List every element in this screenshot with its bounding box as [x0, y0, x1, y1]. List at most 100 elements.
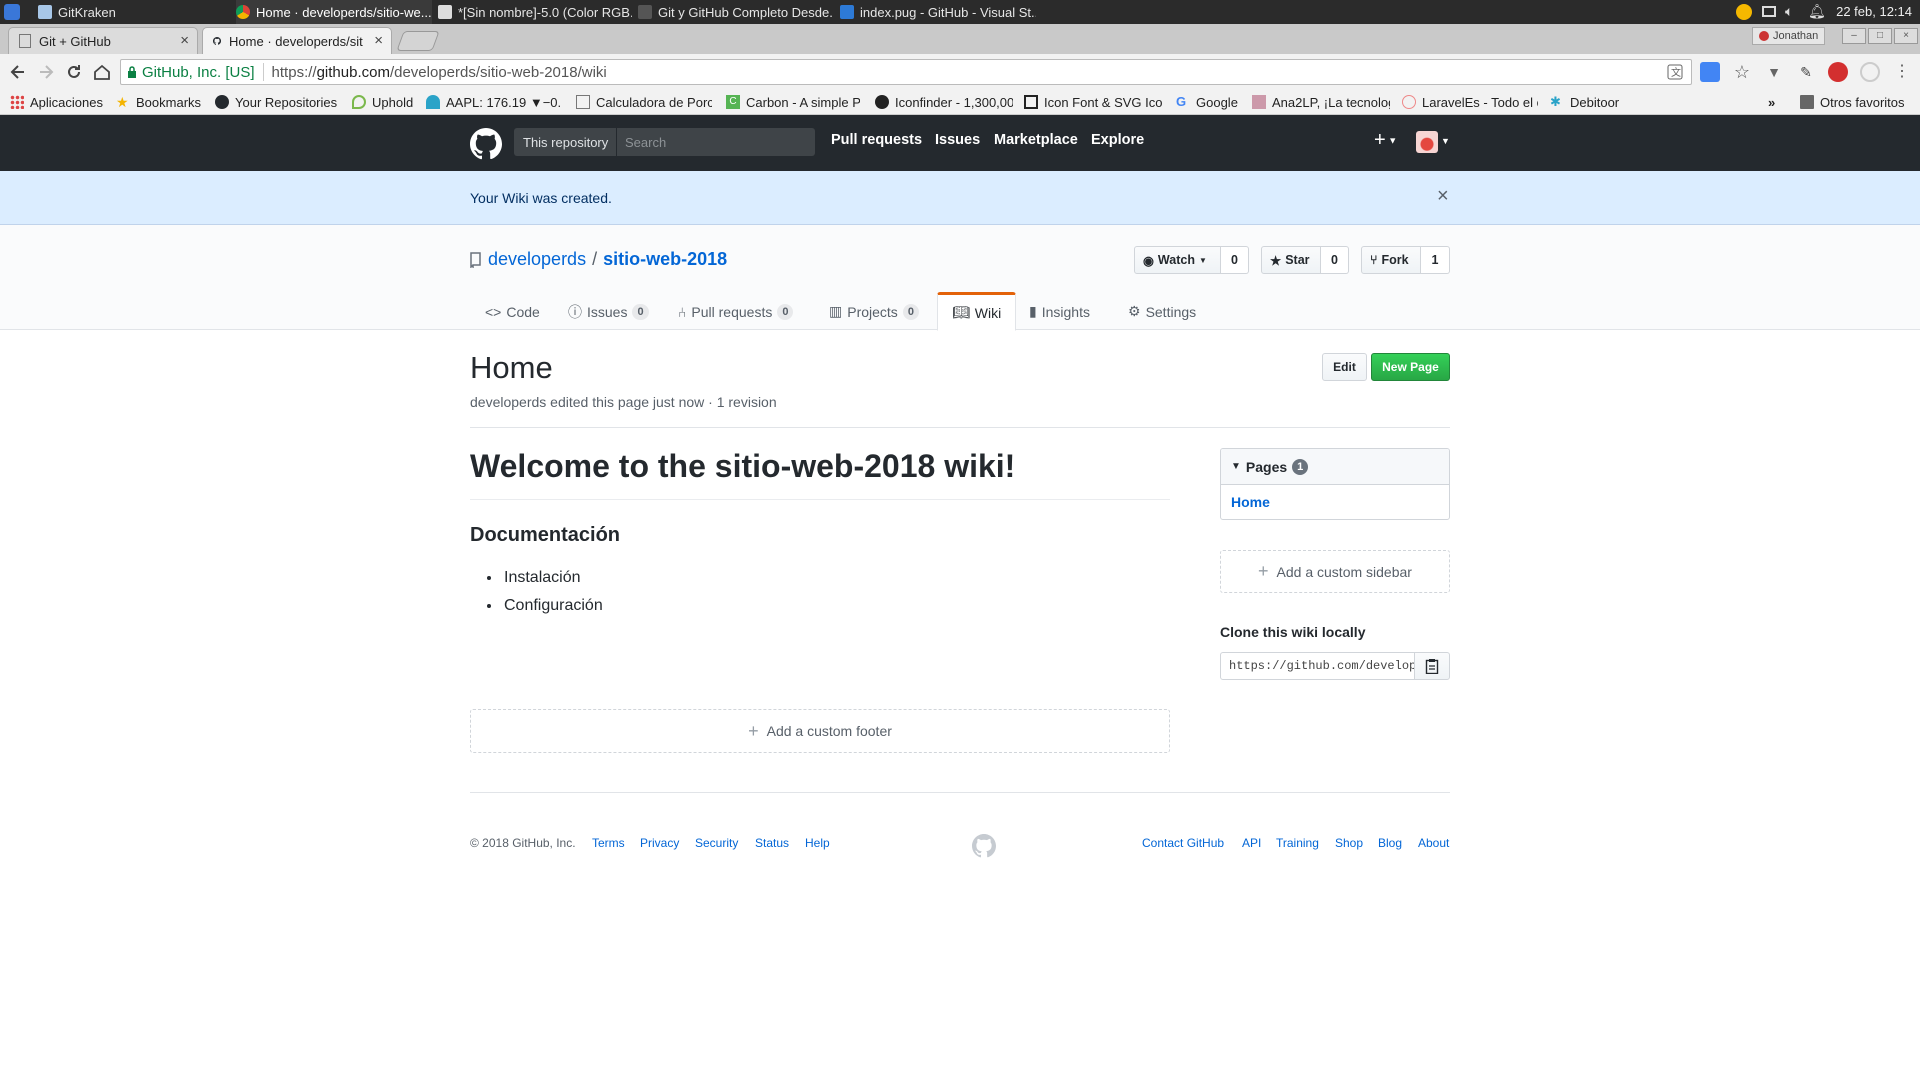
reload-icon[interactable] [64, 62, 84, 82]
notification-bell-icon[interactable]: 🔔︎ [1808, 3, 1826, 20]
more-bookmarks-chevron-icon[interactable]: » [1768, 89, 1782, 115]
fork-button[interactable]: ⑂ Fork [1361, 246, 1421, 274]
google-translate-extension-icon[interactable] [1700, 62, 1720, 82]
page-link-home[interactable]: Home [1221, 485, 1449, 519]
adblock-extension-icon[interactable] [1828, 62, 1848, 82]
browser-tab-github-wiki[interactable]: Home · developerds/sitio-web-2018 Wiki × [202, 27, 392, 54]
browser-tab-git-github[interactable]: Git + GitHub × [8, 27, 198, 54]
tab-projects[interactable]: ▥ Projects 0 [829, 292, 919, 331]
bookmark-your-repositories[interactable]: Your Repositories [215, 89, 345, 115]
bookmark-iconfinder[interactable]: Iconfinder - 1,300,00 [875, 89, 1013, 115]
forward-arrow-icon[interactable] [36, 62, 56, 82]
apps-grid-icon [10, 95, 24, 109]
nav-pull-requests[interactable]: Pull requests [831, 132, 922, 148]
bookmark-ana2lp[interactable]: Ana2LP, ¡La tecnolog [1252, 89, 1390, 115]
maximize-window-button[interactable]: □ [1868, 28, 1892, 44]
footer-link-contact[interactable]: Contact GitHub [1142, 836, 1224, 850]
close-flash-icon[interactable]: × [1437, 185, 1449, 208]
power-tray-icon[interactable] [1736, 4, 1752, 20]
bookmark-other-favorites[interactable]: Otros favoritos [1800, 89, 1916, 115]
translate-icon[interactable]: 文 [1667, 64, 1683, 80]
tab-insights[interactable]: ▮ Insights [1029, 292, 1090, 331]
bookmark-laraveles[interactable]: LaravelEs - Todo el c [1402, 89, 1538, 115]
os-taskbar: GitKraken Home · developerds/sitio-we...… [0, 0, 1920, 24]
user-menu-caret-icon[interactable]: ▼ [1441, 136, 1450, 146]
clone-url-field[interactable]: https://github.com/developerds/sitio-web… [1220, 652, 1415, 680]
display-tray-icon[interactable] [1762, 6, 1776, 17]
new-page-button[interactable]: New Page [1371, 353, 1450, 381]
taskbar-item-gimp[interactable]: *[Sin nombre]-5.0 (Color RGB... [438, 0, 632, 24]
star-button[interactable]: ★ Star [1261, 246, 1321, 274]
github-mark-icon[interactable] [972, 834, 996, 858]
svg-text:文: 文 [1671, 66, 1681, 79]
chrome-menu-icon[interactable]: ⋮ [1892, 62, 1912, 82]
taskbar-item-chrome[interactable]: Home · developerds/sitio-we... [236, 0, 432, 24]
star-count[interactable]: 0 [1321, 246, 1349, 274]
footer-link-terms[interactable]: Terms [592, 836, 625, 850]
bookmark-apps[interactable]: Aplicaciones [10, 89, 110, 115]
bookmark-carbon[interactable]: C Carbon - A simple PI [726, 89, 860, 115]
fork-count[interactable]: 1 [1421, 246, 1450, 274]
bookmark-google[interactable]: G Google [1176, 89, 1242, 115]
volume-tray-icon[interactable]: 🔈︎ [1785, 3, 1793, 20]
taskbar-item-folder[interactable]: Git y GitHub Completo Desde... [638, 0, 832, 24]
add-custom-sidebar-button[interactable]: + Add a custom sidebar [1220, 550, 1450, 593]
footer-link-shop[interactable]: Shop [1335, 836, 1363, 850]
bookmark-uphold[interactable]: Uphold [352, 89, 418, 115]
tab-pull-requests[interactable]: ⑃ Pull requests 0 [678, 292, 794, 331]
url-host: github.com [316, 63, 390, 81]
tab-issues[interactable]: ⓘ Issues 0 [568, 292, 649, 331]
bookmark-star-icon[interactable]: ☆ [1732, 62, 1752, 82]
create-new-plus-icon[interactable]: + ▼ [1374, 130, 1397, 151]
tab-wiki[interactable]: 📖︎ Wiki [937, 292, 1017, 331]
footer-link-api[interactable]: API [1242, 836, 1261, 850]
add-custom-footer-button[interactable]: + Add a custom footer [470, 709, 1170, 753]
secure-indicator[interactable]: GitHub, Inc. [US] [121, 63, 264, 81]
taskbar-item-gitkraken[interactable]: GitKraken [38, 0, 228, 24]
back-arrow-icon[interactable] [8, 62, 28, 82]
footer-link-help[interactable]: Help [805, 836, 830, 850]
repo-owner-link[interactable]: developerds [488, 249, 586, 270]
nav-marketplace[interactable]: Marketplace [994, 132, 1078, 148]
bookmark-icon-font[interactable]: Icon Font & SVG Icon [1024, 89, 1162, 115]
address-bar[interactable]: GitHub, Inc. [US] https://github.com/dev… [120, 59, 1692, 85]
search-scope-label: This repository [514, 128, 616, 156]
user-avatar[interactable] [1416, 131, 1438, 153]
tab-code[interactable]: <> Code [485, 292, 540, 331]
footer-link-training[interactable]: Training [1276, 836, 1319, 850]
footer-link-security[interactable]: Security [695, 836, 738, 850]
footer-link-blog[interactable]: Blog [1378, 836, 1402, 850]
bookmark-aapl[interactable]: AAPL: 176.19 ▼−0.5 [426, 89, 560, 115]
close-tab-icon[interactable]: × [374, 32, 383, 49]
minimize-window-button[interactable]: – [1842, 28, 1866, 44]
close-window-button[interactable]: × [1894, 28, 1918, 44]
bookmark-label: Carbon - A simple PI [746, 94, 860, 110]
edit-button[interactable]: Edit [1322, 353, 1367, 381]
search-input[interactable] [617, 128, 815, 156]
vimium-extension-icon[interactable]: ▼ [1764, 62, 1784, 82]
repo-name-link[interactable]: sitio-web-2018 [603, 249, 727, 270]
extension-icon[interactable] [1860, 62, 1880, 82]
home-icon[interactable] [92, 62, 112, 82]
copy-clone-url-button[interactable] [1414, 652, 1450, 680]
color-picker-extension-icon[interactable]: ✎ [1796, 62, 1816, 82]
bookmark-bookmarks[interactable]: ★ Bookmarks [116, 89, 208, 115]
new-tab-button[interactable] [396, 31, 440, 51]
os-menu-icon[interactable] [4, 4, 20, 20]
nav-explore[interactable]: Explore [1091, 132, 1144, 148]
watch-button[interactable]: ◉ Watch ▼ [1134, 246, 1221, 274]
tab-settings[interactable]: ⚙︎ Settings [1128, 292, 1196, 331]
close-tab-icon[interactable]: × [180, 32, 189, 49]
profile-button[interactable]: Jonathan [1752, 27, 1826, 45]
bookmark-calculadora[interactable]: Calculadora de Porc [576, 89, 712, 115]
footer-link-about[interactable]: About [1418, 836, 1449, 850]
watch-count[interactable]: 0 [1221, 246, 1249, 274]
github-logo-icon[interactable] [470, 128, 502, 160]
nav-issues[interactable]: Issues [935, 132, 980, 148]
taskbar-item-vscode[interactable]: index.pug - GitHub - Visual St... [840, 0, 1036, 24]
pages-header[interactable]: ▼ Pages 1 [1221, 449, 1449, 485]
footer-link-privacy[interactable]: Privacy [640, 836, 679, 850]
footer-link-status[interactable]: Status [755, 836, 789, 850]
bookmark-debitoor[interactable]: ✱ Debitoor [1550, 89, 1630, 115]
bookmark-label: Google [1196, 94, 1238, 110]
